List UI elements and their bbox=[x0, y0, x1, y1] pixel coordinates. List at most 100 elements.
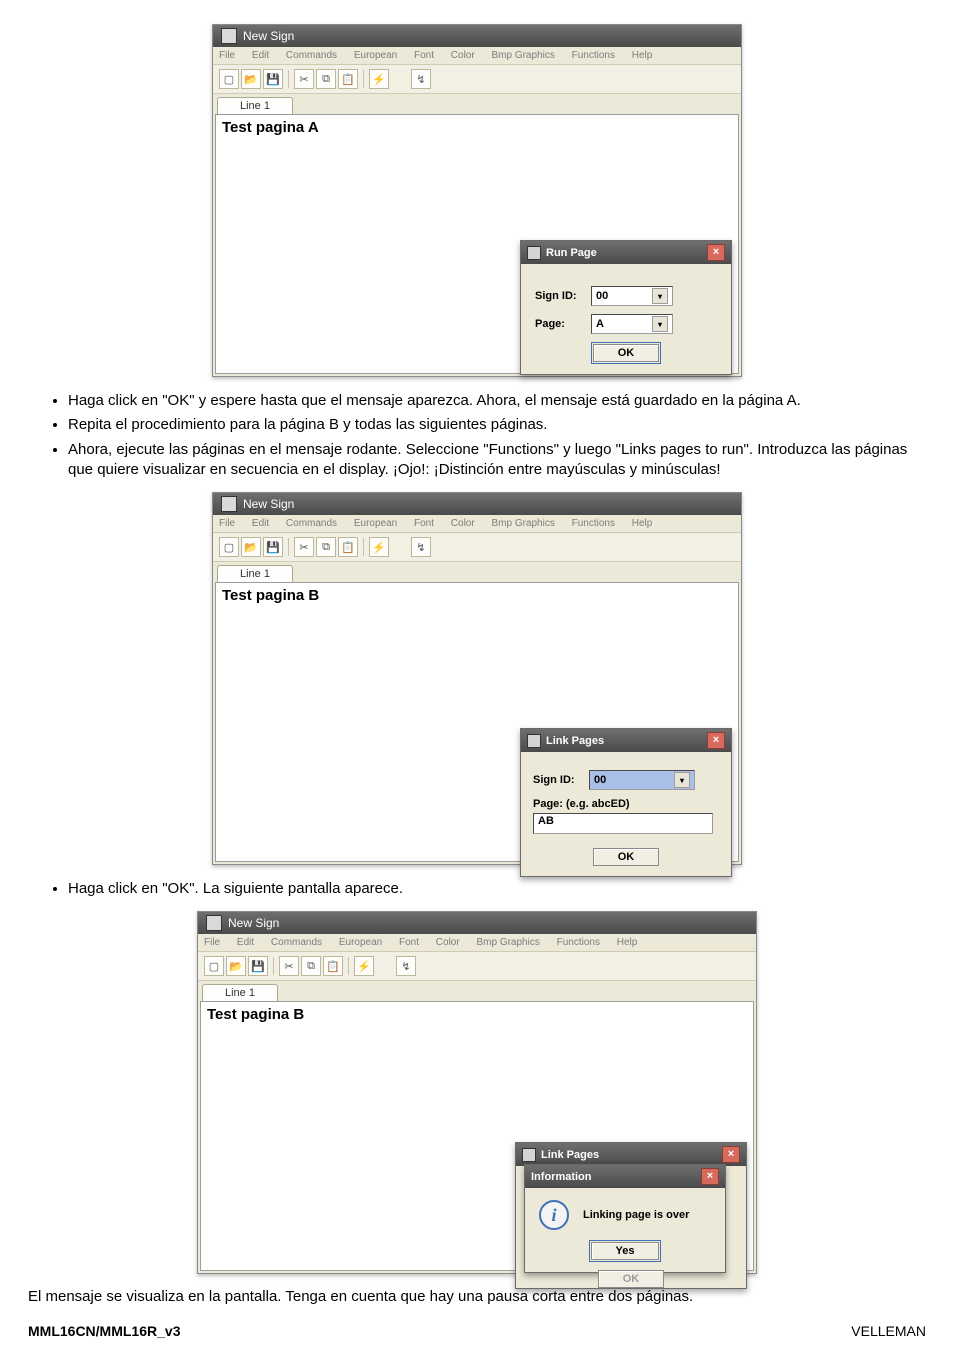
copy-icon[interactable]: ⧉ bbox=[301, 956, 321, 976]
doc-ref: MML16CN/MML16R_v3 bbox=[28, 1323, 180, 1339]
chevron-down-icon[interactable]: ▾ bbox=[652, 316, 668, 332]
chevron-down-icon[interactable]: ▾ bbox=[674, 772, 690, 788]
editor-area[interactable]: Test pagina B Link Pages × Sign ID: 00 ▾ bbox=[215, 582, 739, 862]
open-icon[interactable]: 📂 bbox=[241, 537, 261, 557]
paste-icon[interactable]: 📋 bbox=[338, 537, 358, 557]
menu-functions[interactable]: Functions bbox=[572, 50, 615, 61]
menu-european[interactable]: European bbox=[339, 937, 382, 948]
page-input[interactable]: AB bbox=[533, 813, 713, 834]
menu-color[interactable]: Color bbox=[436, 937, 460, 948]
app-window-fig3: New Sign File Edit Commands European Fon… bbox=[197, 911, 757, 1274]
list-item: Ahora, ejecute las páginas en el mensaje… bbox=[68, 440, 926, 481]
menubar: File Edit Commands European Font Color B… bbox=[198, 934, 756, 952]
titlebar: New Sign bbox=[213, 25, 741, 47]
page-input-value: AB bbox=[538, 815, 554, 827]
copy-icon[interactable]: ⧉ bbox=[316, 69, 336, 89]
preview-icon[interactable]: ⚡ bbox=[369, 69, 389, 89]
menu-help[interactable]: Help bbox=[632, 518, 653, 529]
sign-id-select[interactable]: 00 ▾ bbox=[589, 770, 695, 790]
menu-functions[interactable]: Functions bbox=[557, 937, 600, 948]
ok-button[interactable]: OK bbox=[593, 848, 660, 866]
close-icon[interactable]: × bbox=[707, 732, 725, 749]
paste-icon[interactable]: 📋 bbox=[323, 956, 343, 976]
chevron-down-icon[interactable]: ▾ bbox=[652, 288, 668, 304]
tab-line1[interactable]: Line 1 bbox=[217, 565, 293, 582]
menu-color[interactable]: Color bbox=[451, 518, 475, 529]
cut-icon[interactable]: ✂ bbox=[294, 537, 314, 557]
save-icon[interactable]: 💾 bbox=[248, 956, 268, 976]
dialog-icon bbox=[527, 734, 541, 748]
cut-icon[interactable]: ✂ bbox=[279, 956, 299, 976]
menu-commands[interactable]: Commands bbox=[286, 518, 337, 529]
menu-edit[interactable]: Edit bbox=[237, 937, 254, 948]
page-select[interactable]: A ▾ bbox=[591, 314, 673, 334]
list-item: Haga click en "OK" y espere hasta que el… bbox=[68, 391, 926, 411]
closing-text: El mensaje se visualiza en la pantalla. … bbox=[28, 1288, 926, 1305]
menu-european[interactable]: European bbox=[354, 518, 397, 529]
close-icon[interactable]: × bbox=[707, 244, 725, 261]
separator-icon bbox=[363, 538, 364, 556]
new-icon[interactable]: ▢ bbox=[219, 537, 239, 557]
menu-commands[interactable]: Commands bbox=[286, 50, 337, 61]
menu-file[interactable]: File bbox=[204, 937, 220, 948]
preview-icon[interactable]: ⚡ bbox=[354, 956, 374, 976]
menu-file[interactable]: File bbox=[219, 518, 235, 529]
tab-line1[interactable]: Line 1 bbox=[217, 97, 293, 114]
sign-id-select[interactable]: 00 ▾ bbox=[591, 286, 673, 306]
editor-area[interactable]: Test pagina B Link Pages × Information × bbox=[200, 1001, 754, 1271]
sign-id-label: Sign ID: bbox=[535, 290, 591, 302]
menubar: File Edit Commands European Font Color B… bbox=[213, 515, 741, 533]
app-window-fig2: New Sign File Edit Commands European Fon… bbox=[212, 492, 742, 865]
open-icon[interactable]: 📂 bbox=[226, 956, 246, 976]
menu-font[interactable]: Font bbox=[399, 937, 419, 948]
menu-edit[interactable]: Edit bbox=[252, 50, 269, 61]
menu-font[interactable]: Font bbox=[414, 518, 434, 529]
new-icon[interactable]: ▢ bbox=[219, 69, 239, 89]
menu-file[interactable]: File bbox=[219, 50, 235, 61]
menu-bmp-graphics[interactable]: Bmp Graphics bbox=[491, 518, 554, 529]
save-icon[interactable]: 💾 bbox=[263, 537, 283, 557]
app-icon bbox=[206, 915, 222, 931]
separator-icon bbox=[348, 957, 349, 975]
new-icon[interactable]: ▢ bbox=[204, 956, 224, 976]
paste-icon[interactable]: 📋 bbox=[338, 69, 358, 89]
menu-color[interactable]: Color bbox=[451, 50, 475, 61]
titlebar: New Sign bbox=[198, 912, 756, 934]
open-icon[interactable]: 📂 bbox=[241, 69, 261, 89]
separator-icon bbox=[288, 70, 289, 88]
ok-button-disabled: OK bbox=[598, 1270, 665, 1288]
menu-european[interactable]: European bbox=[354, 50, 397, 61]
editor-text: Test pagina B bbox=[222, 587, 319, 604]
menu-commands[interactable]: Commands bbox=[271, 937, 322, 948]
page-value: A bbox=[596, 318, 604, 330]
cut-icon[interactable]: ✂ bbox=[294, 69, 314, 89]
sign-id-label: Sign ID: bbox=[533, 774, 589, 786]
preview-icon[interactable]: ⚡ bbox=[369, 537, 389, 557]
separator-icon bbox=[288, 538, 289, 556]
dialog-icon bbox=[522, 1148, 536, 1162]
menu-bmp-graphics[interactable]: Bmp Graphics bbox=[491, 50, 554, 61]
editor-area[interactable]: Test pagina A Run Page × Sign ID: 00 ▾ bbox=[215, 114, 739, 374]
list-item: Haga click en "OK". La siguiente pantall… bbox=[68, 879, 926, 899]
copy-icon[interactable]: ⧉ bbox=[316, 537, 336, 557]
yes-button[interactable]: Yes bbox=[591, 1242, 660, 1260]
tab-line1[interactable]: Line 1 bbox=[202, 984, 278, 1001]
link-pages-dialog: Link Pages × Sign ID: 00 ▾ Page: (e.g. a… bbox=[520, 728, 732, 877]
separator-icon bbox=[273, 957, 274, 975]
save-icon[interactable]: 💾 bbox=[263, 69, 283, 89]
window-title: New Sign bbox=[243, 497, 294, 511]
menu-help[interactable]: Help bbox=[632, 50, 653, 61]
ok-button[interactable]: OK bbox=[593, 344, 660, 362]
menu-functions[interactable]: Functions bbox=[572, 518, 615, 529]
menu-font[interactable]: Font bbox=[414, 50, 434, 61]
send-icon[interactable]: ↯ bbox=[411, 537, 431, 557]
menu-edit[interactable]: Edit bbox=[252, 518, 269, 529]
send-icon[interactable]: ↯ bbox=[396, 956, 416, 976]
send-icon[interactable]: ↯ bbox=[411, 69, 431, 89]
window-title: New Sign bbox=[228, 916, 279, 930]
close-icon[interactable]: × bbox=[722, 1146, 740, 1163]
close-icon[interactable]: × bbox=[701, 1168, 719, 1185]
menu-bmp-graphics[interactable]: Bmp Graphics bbox=[476, 937, 539, 948]
tab-row: Line 1 bbox=[213, 94, 741, 114]
menu-help[interactable]: Help bbox=[617, 937, 638, 948]
